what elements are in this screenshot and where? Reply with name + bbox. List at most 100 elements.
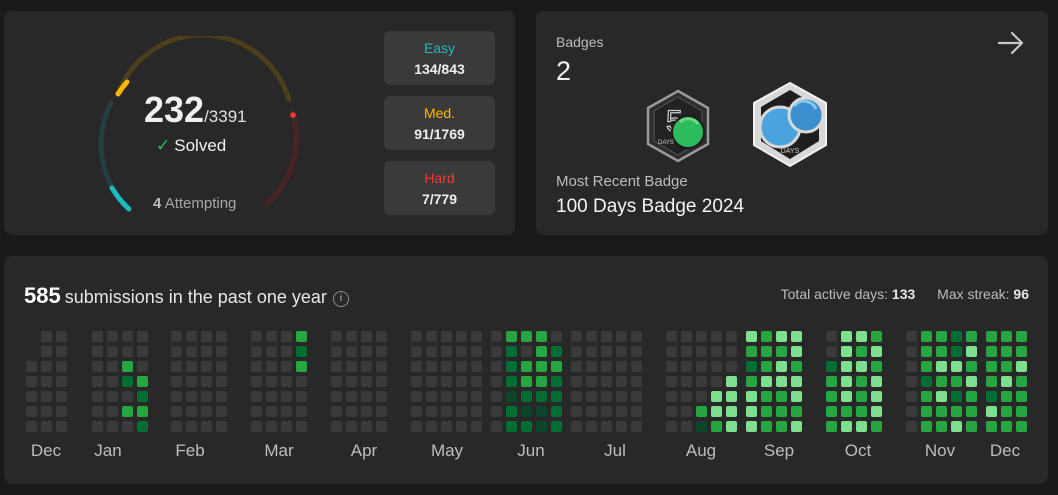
heatmap-cell[interactable] <box>376 391 387 402</box>
heatmap-cell[interactable] <box>411 346 422 357</box>
heatmap-cell[interactable] <box>331 391 342 402</box>
heatmap-cell[interactable] <box>696 361 707 372</box>
heatmap-cell[interactable] <box>56 361 67 372</box>
heatmap-cell[interactable] <box>921 406 932 417</box>
heatmap-cell[interactable] <box>41 346 52 357</box>
heatmap-cell[interactable] <box>631 421 642 432</box>
heatmap-cell[interactable] <box>761 421 772 432</box>
heatmap-cell[interactable] <box>616 361 627 372</box>
heatmap-cell[interactable] <box>951 331 962 342</box>
heatmap-cell[interactable] <box>666 391 677 402</box>
heatmap-cell[interactable] <box>631 346 642 357</box>
heatmap-cell[interactable] <box>586 331 597 342</box>
heatmap-cell[interactable] <box>921 421 932 432</box>
heatmap-cell[interactable] <box>251 331 262 342</box>
heatmap-cell[interactable] <box>696 391 707 402</box>
heatmap-cell[interactable] <box>426 406 437 417</box>
heatmap-cell[interactable] <box>841 331 852 342</box>
heatmap-cell[interactable] <box>186 406 197 417</box>
heatmap-cell[interactable] <box>601 346 612 357</box>
heatmap-cell[interactable] <box>696 376 707 387</box>
heatmap-cell[interactable] <box>936 421 947 432</box>
heatmap-cell[interactable] <box>856 421 867 432</box>
heatmap-cell[interactable] <box>26 361 37 372</box>
heatmap-cell[interactable] <box>696 346 707 357</box>
heatmap-cell[interactable] <box>426 361 437 372</box>
heatmap-cell[interactable] <box>631 406 642 417</box>
heatmap-cell[interactable] <box>506 361 517 372</box>
heatmap-cell[interactable] <box>506 376 517 387</box>
heatmap-cell[interactable] <box>1001 346 1012 357</box>
heatmap-cell[interactable] <box>776 346 787 357</box>
heatmap-cell[interactable] <box>1016 391 1027 402</box>
heatmap-cell[interactable] <box>26 421 37 432</box>
heatmap-cell[interactable] <box>746 391 757 402</box>
heatmap-cell[interactable] <box>426 391 437 402</box>
heatmap-cell[interactable] <box>616 346 627 357</box>
heatmap-cell[interactable] <box>726 406 737 417</box>
heatmap-cell[interactable] <box>571 346 582 357</box>
heatmap-cell[interactable] <box>1016 406 1027 417</box>
heatmap-cell[interactable] <box>281 376 292 387</box>
heatmap-cell[interactable] <box>791 361 802 372</box>
heatmap-cell[interactable] <box>696 331 707 342</box>
heatmap-cell[interactable] <box>921 391 932 402</box>
heatmap-cell[interactable] <box>601 376 612 387</box>
heatmap-cell[interactable] <box>411 421 422 432</box>
heatmap-cell[interactable] <box>346 346 357 357</box>
heatmap-cell[interactable] <box>521 331 532 342</box>
heatmap-cell[interactable] <box>137 421 148 432</box>
heatmap-cell[interactable] <box>216 391 227 402</box>
heatmap-cell[interactable] <box>361 421 372 432</box>
heatmap-cell[interactable] <box>951 376 962 387</box>
heatmap-cell[interactable] <box>346 406 357 417</box>
heatmap-cell[interactable] <box>296 406 307 417</box>
heatmap-cell[interactable] <box>331 421 342 432</box>
heatmap-cell[interactable] <box>266 361 277 372</box>
heatmap-cell[interactable] <box>346 361 357 372</box>
heatmap-cell[interactable] <box>331 376 342 387</box>
heatmap-cell[interactable] <box>826 361 837 372</box>
heatmap-cell[interactable] <box>906 331 917 342</box>
heatmap-cell[interactable] <box>536 406 547 417</box>
heatmap-cell[interactable] <box>601 406 612 417</box>
heatmap-cell[interactable] <box>761 331 772 342</box>
heatmap-cell[interactable] <box>571 391 582 402</box>
heatmap-cell[interactable] <box>571 361 582 372</box>
heatmap-cell[interactable] <box>506 421 517 432</box>
heatmap-cell[interactable] <box>711 376 722 387</box>
heatmap-cell[interactable] <box>791 376 802 387</box>
heatmap-cell[interactable] <box>536 346 547 357</box>
heatmap-cell[interactable] <box>631 391 642 402</box>
heatmap-cell[interactable] <box>171 361 182 372</box>
heatmap-cell[interactable] <box>551 346 562 357</box>
heatmap-cell[interactable] <box>426 421 437 432</box>
heatmap-cell[interactable] <box>966 421 977 432</box>
heatmap-cell[interactable] <box>491 376 502 387</box>
heatmap-cell[interactable] <box>726 361 737 372</box>
heatmap-cell[interactable] <box>761 346 772 357</box>
heatmap-cell[interactable] <box>171 421 182 432</box>
heatmap-cell[interactable] <box>711 346 722 357</box>
heatmap-cell[interactable] <box>871 346 882 357</box>
heatmap-cell[interactable] <box>216 406 227 417</box>
heatmap-cell[interactable] <box>1016 421 1027 432</box>
heatmap-cell[interactable] <box>986 406 997 417</box>
heatmap-cell[interactable] <box>631 331 642 342</box>
heatmap-cell[interactable] <box>936 361 947 372</box>
heatmap-cell[interactable] <box>346 331 357 342</box>
heatmap-cell[interactable] <box>521 391 532 402</box>
heatmap-cell[interactable] <box>826 331 837 342</box>
heatmap-cell[interactable] <box>471 331 482 342</box>
heatmap-cell[interactable] <box>586 406 597 417</box>
heatmap-cell[interactable] <box>536 376 547 387</box>
heatmap-cell[interactable] <box>411 376 422 387</box>
heatmap-cell[interactable] <box>681 331 692 342</box>
heatmap-cell[interactable] <box>92 331 103 342</box>
heatmap-cell[interactable] <box>856 376 867 387</box>
heatmap-cell[interactable] <box>1001 376 1012 387</box>
heatmap-cell[interactable] <box>841 346 852 357</box>
heatmap-cell[interactable] <box>571 376 582 387</box>
heatmap-cell[interactable] <box>746 406 757 417</box>
heatmap-cell[interactable] <box>551 331 562 342</box>
